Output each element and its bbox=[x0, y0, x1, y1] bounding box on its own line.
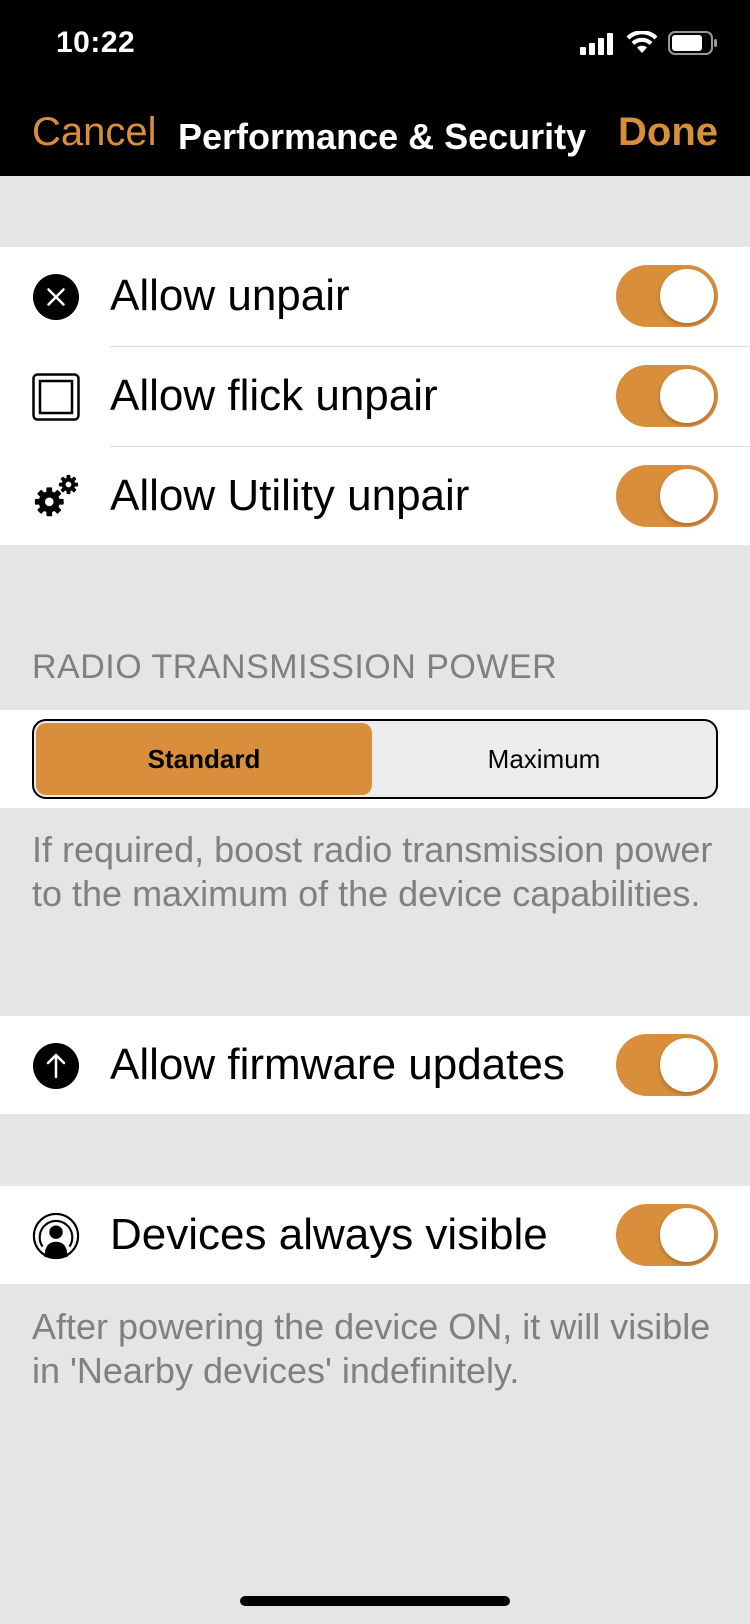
allow-utility-unpair-row: Allow Utility unpair bbox=[0, 447, 750, 547]
allow-firmware-updates-label: Allow firmware updates bbox=[110, 1040, 565, 1089]
close-circle-icon bbox=[32, 273, 80, 321]
allow-unpair-row: Allow unpair bbox=[0, 247, 750, 347]
arrow-up-circle-icon bbox=[32, 1042, 80, 1090]
devices-always-visible-row: Devices always visible bbox=[0, 1186, 750, 1286]
allow-flick-unpair-toggle[interactable] bbox=[616, 365, 718, 427]
cancel-button[interactable]: Cancel bbox=[32, 110, 157, 155]
radio-power-segmented-control: Standard Maximum bbox=[32, 719, 718, 799]
devices-always-visible-label: Devices always visible bbox=[110, 1210, 548, 1259]
segment-maximum[interactable]: Maximum bbox=[376, 723, 712, 795]
toggle-knob bbox=[660, 1208, 714, 1262]
allow-unpair-toggle[interactable] bbox=[616, 265, 718, 327]
home-indicator[interactable] bbox=[240, 1596, 510, 1606]
allow-firmware-updates-row: Allow firmware updates bbox=[0, 1016, 750, 1116]
radio-power-footnote: If required, boost radio transmission po… bbox=[32, 829, 713, 914]
allow-utility-unpair-toggle[interactable] bbox=[616, 465, 718, 527]
done-button[interactable]: Done bbox=[618, 110, 718, 155]
devices-always-visible-toggle[interactable] bbox=[616, 1204, 718, 1266]
firmware-settings-group: Allow firmware updates bbox=[0, 1016, 750, 1114]
status-bar: 10:22 bbox=[0, 0, 750, 88]
allow-flick-unpair-row: Allow flick unpair bbox=[0, 347, 750, 447]
square-icon bbox=[32, 373, 80, 421]
toggle-knob bbox=[660, 369, 714, 423]
status-icons bbox=[580, 29, 718, 60]
toggle-knob bbox=[660, 269, 714, 323]
status-time: 10:22 bbox=[56, 26, 136, 59]
battery-icon bbox=[668, 30, 718, 60]
toggle-knob bbox=[660, 469, 714, 523]
allow-utility-unpair-label: Allow Utility unpair bbox=[110, 471, 470, 520]
gears-icon bbox=[32, 473, 80, 521]
allow-flick-unpair-label: Allow flick unpair bbox=[110, 371, 438, 420]
radio-power-segment-container: Standard Maximum bbox=[0, 710, 750, 808]
toggle-knob bbox=[660, 1038, 714, 1092]
unpair-settings-group: Allow unpair Allow flick unpair Allow Ut… bbox=[0, 247, 750, 545]
radio-power-header: RADIO TRANSMISSION POWER bbox=[32, 648, 558, 686]
visibility-settings-group: Devices always visible bbox=[0, 1186, 750, 1284]
wifi-icon bbox=[626, 29, 658, 60]
broadcast-person-icon bbox=[32, 1212, 80, 1260]
allow-firmware-updates-toggle[interactable] bbox=[616, 1034, 718, 1096]
cellular-signal-icon bbox=[580, 31, 616, 60]
navigation-bar: Cancel Performance & Security Done bbox=[0, 88, 750, 176]
allow-unpair-label: Allow unpair bbox=[110, 271, 350, 320]
segment-standard[interactable]: Standard bbox=[36, 723, 372, 795]
visibility-footnote: After powering the device ON, it will vi… bbox=[32, 1306, 711, 1391]
page-title: Performance & Security bbox=[178, 116, 587, 157]
